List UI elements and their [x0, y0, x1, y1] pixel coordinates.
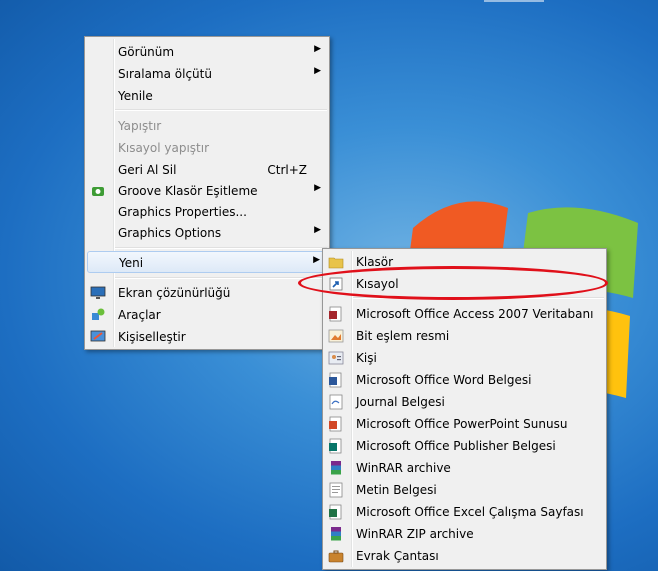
tools-icon [92, 308, 105, 320]
menu-separator [115, 277, 327, 279]
menu-item-personalize[interactable]: Kişiselleştir [87, 326, 327, 348]
menu-item-screen-resolution[interactable]: Ekran çözünürlüğü [87, 282, 327, 304]
menu-item-new[interactable]: Yeni ▶ [87, 251, 327, 273]
menu-item-label: WinRAR archive [356, 461, 451, 475]
submenu-arrow-icon: ▶ [314, 183, 321, 193]
menu-item-sort-by[interactable]: Sıralama ölçütü ▶ [87, 63, 327, 85]
new-item-contact[interactable]: Kişi [325, 347, 604, 369]
new-item-bitmap[interactable]: Bit eşlem resmi [325, 325, 604, 347]
display-icon [90, 286, 106, 299]
new-item-briefcase[interactable]: Evrak Çantası [325, 545, 604, 567]
menu-item-label: Yapıştır [118, 119, 162, 133]
desktop-context-menu: Görünüm ▶ Sıralama ölçütü ▶ Yenile Yapış… [84, 36, 330, 350]
menu-item-label: Yeni [119, 256, 144, 270]
menu-item-label: WinRAR ZIP archive [356, 527, 474, 541]
menu-separator [115, 109, 327, 111]
bitmap-icon [328, 329, 344, 343]
publisher-icon [329, 438, 342, 454]
menu-item-paste[interactable]: Yapıştır [87, 115, 327, 137]
menu-item-label: Microsoft Office Word Belgesi [356, 373, 532, 387]
submenu-arrow-icon: ▶ [314, 225, 321, 235]
menu-item-graphics-options[interactable]: Graphics Options ▶ [87, 222, 327, 244]
menu-item-paste-shortcut[interactable]: Kısayol yapıştır [87, 137, 327, 159]
new-item-text-document[interactable]: Metin Belgesi [325, 479, 604, 501]
menu-item-label: Microsoft Office Excel Çalışma Sayfası [356, 505, 584, 519]
contact-icon [328, 351, 344, 365]
menu-item-label: Araçlar [118, 308, 161, 322]
winrar-zip-icon [331, 527, 341, 541]
groove-icon [92, 187, 104, 196]
menu-item-graphics-properties[interactable]: Graphics Properties... [87, 201, 327, 223]
menu-item-label: Microsoft Office PowerPoint Sunusu [356, 417, 568, 431]
new-item-publisher[interactable]: Microsoft Office Publisher Belgesi [325, 435, 604, 457]
shortcut-label: Ctrl+Z [267, 163, 307, 177]
new-item-winrar-archive[interactable]: WinRAR archive [325, 457, 604, 479]
powerpoint-icon [329, 416, 342, 432]
menu-item-label: Ekran çözünürlüğü [118, 286, 231, 300]
menu-item-label: Yenile [118, 89, 153, 103]
menu-item-label: Sıralama ölçütü [118, 67, 212, 81]
menu-item-refresh[interactable]: Yenile [87, 85, 327, 107]
menu-item-label: Microsoft Office Access 2007 Veritabanı [356, 307, 594, 321]
word-icon [329, 372, 342, 388]
menu-item-label: Evrak Çantası [356, 549, 439, 563]
menu-item-undo-delete[interactable]: Geri Al Sil Ctrl+Z [87, 159, 327, 181]
excel-icon [329, 504, 342, 520]
text-document-icon [329, 482, 343, 498]
new-item-winrar-zip[interactable]: WinRAR ZIP archive [325, 523, 604, 545]
menu-item-label: Kişiselleştir [118, 330, 186, 344]
menu-item-label: Görünüm [118, 45, 175, 59]
menu-item-label: Journal Belgesi [356, 395, 445, 409]
menu-item-gadgets[interactable]: Araçlar [87, 304, 327, 326]
menu-item-label: Groove Klasör Eşitleme [118, 184, 258, 198]
briefcase-icon [328, 550, 344, 563]
menu-item-view[interactable]: Görünüm ▶ [87, 41, 327, 63]
personalize-icon [90, 330, 106, 342]
folder-icon [328, 257, 344, 269]
menu-item-label: Metin Belgesi [356, 483, 437, 497]
access-icon [329, 306, 342, 322]
menu-item-label: Microsoft Office Publisher Belgesi [356, 439, 556, 453]
journal-icon [329, 394, 343, 410]
menu-item-label: Bit eşlem resmi [356, 329, 450, 343]
winrar-icon [331, 461, 341, 475]
menu-item-label: Kişi [356, 351, 377, 365]
desktop-label-fragment [484, 0, 544, 2]
submenu-arrow-icon: ▶ [313, 255, 320, 265]
menu-separator [115, 247, 327, 249]
new-item-excel-sheet[interactable]: Microsoft Office Excel Çalışma Sayfası [325, 501, 604, 523]
menu-item-label: Kısayol yapıştır [118, 141, 210, 155]
menu-item-groove-sync[interactable]: Groove Klasör Eşitleme ▶ [87, 180, 327, 202]
submenu-arrow-icon: ▶ [314, 44, 321, 54]
menu-item-label: Graphics Options [118, 226, 222, 240]
submenu-arrow-icon: ▶ [314, 66, 321, 76]
menu-item-label: Graphics Properties... [118, 205, 247, 219]
new-item-powerpoint[interactable]: Microsoft Office PowerPoint Sunusu [325, 413, 604, 435]
new-item-word-document[interactable]: Microsoft Office Word Belgesi [325, 369, 604, 391]
new-item-journal[interactable]: Journal Belgesi [325, 391, 604, 413]
red-highlight-annotation [298, 266, 608, 300]
new-item-access-db[interactable]: Microsoft Office Access 2007 Veritabanı [325, 303, 604, 325]
menu-item-label: Geri Al Sil [118, 163, 177, 177]
